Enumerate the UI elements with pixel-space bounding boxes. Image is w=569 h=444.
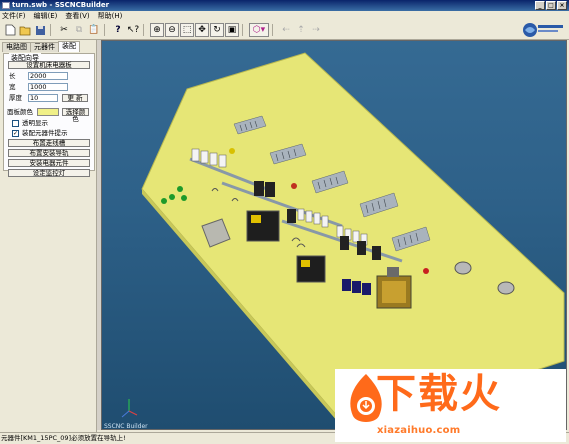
thickness-input[interactable]: 10 xyxy=(28,94,58,102)
set-monitor-lamp-button[interactable]: 设定监控灯 xyxy=(8,169,90,177)
thickness-label: 厚度 xyxy=(9,94,22,102)
transparent-label: 透明显示 xyxy=(22,119,48,127)
place-trunking-button[interactable]: 布置走线槽 xyxy=(8,139,90,147)
transparent-checkbox[interactable] xyxy=(12,120,19,127)
save-icon[interactable] xyxy=(33,23,47,37)
zoom-window-icon[interactable]: ⬚ xyxy=(180,23,194,37)
minimize-button[interactable]: _ xyxy=(535,1,545,10)
cut-icon[interactable]: ✂ xyxy=(57,23,71,37)
toolbar-separator xyxy=(143,24,147,36)
toolbar-separator xyxy=(272,24,276,36)
width-label: 宽 xyxy=(9,83,16,91)
width-input[interactable]: 1000 xyxy=(28,83,68,91)
place-rail-button[interactable]: 布置安装导轨 xyxy=(8,149,90,157)
prev-icon[interactable]: ⇠ xyxy=(279,23,293,37)
left-panel: 电路图 元器件 装配 装配向导 设置机床电器板 长 2000 宽 1000 厚度… xyxy=(0,40,97,432)
watermark-url: xiazaihuo.com xyxy=(377,425,461,436)
zoom-in-icon[interactable]: ⊕ xyxy=(150,23,164,37)
board-color-label: 面板颜色 xyxy=(7,108,33,116)
menu-help[interactable]: 帮助(H) xyxy=(98,11,123,21)
window-titlebar: turn.swb - SSCNCBuilder _ □ × xyxy=(0,0,569,11)
panel-tabs: 电路图 元器件 装配 xyxy=(0,41,96,52)
new-file-icon[interactable] xyxy=(3,23,17,37)
window-title: turn.swb - SSCNCBuilder xyxy=(12,1,110,9)
window-controls: _ □ × xyxy=(535,1,567,10)
viewport-caption: SSCNC Builder xyxy=(104,423,148,430)
axis-triad xyxy=(121,399,138,418)
hint-checkbox[interactable]: ✓ xyxy=(12,130,19,137)
board-color-swatch[interactable] xyxy=(37,108,59,116)
app-icon xyxy=(2,2,10,9)
context-help-icon[interactable]: ↖? xyxy=(126,23,140,37)
next-icon[interactable]: ⇢ xyxy=(309,23,323,37)
help-icon[interactable]: ? xyxy=(111,23,125,37)
toolbar: ✂ ⧉ 📋 ? ↖? ⊕ ⊖ ⬚ ✥ ↻ ▣ ⬡▾ ⇠ ⇡ ⇢ xyxy=(0,21,569,40)
watermark-title: 下载火 xyxy=(376,371,502,417)
tab-circuit[interactable]: 电路图 xyxy=(2,42,31,52)
toolbar-separator xyxy=(50,24,54,36)
tab-components[interactable]: 元器件 xyxy=(30,42,59,52)
menu-bar: 文件(F) 编辑(E) 查看(V) 帮助(H) xyxy=(0,11,569,21)
status-text: 元器件[KM1_15PC_09]必须放置在导轨上! xyxy=(1,434,126,442)
set-board-button[interactable]: 设置机床电器板 xyxy=(8,61,90,69)
assembly-wizard-group: 装配向导 设置机床电器板 长 2000 宽 1000 厚度 10 更 新 面板颜… xyxy=(3,53,95,177)
rotate-icon[interactable]: ↻ xyxy=(210,23,224,37)
close-button[interactable]: × xyxy=(557,1,567,10)
length-label: 长 xyxy=(9,72,16,80)
open-folder-icon[interactable] xyxy=(18,23,32,37)
tab-assembly[interactable]: 装配 xyxy=(58,41,80,52)
length-input[interactable]: 2000 xyxy=(28,72,68,80)
install-components-button[interactable]: 安装电器元件 xyxy=(8,159,90,167)
up-icon[interactable]: ⇡ xyxy=(294,23,308,37)
menu-file[interactable]: 文件(F) xyxy=(2,11,26,21)
menu-view[interactable]: 查看(V) xyxy=(65,11,89,21)
zoom-out-icon[interactable]: ⊖ xyxy=(165,23,179,37)
select-color-button[interactable]: 选择颜色 xyxy=(62,108,89,123)
view-dropdown-icon[interactable]: ⬡▾ xyxy=(249,23,269,37)
update-button[interactable]: 更 新 xyxy=(62,94,88,102)
paste-icon[interactable]: 📋 xyxy=(87,23,101,37)
pan-icon[interactable]: ✥ xyxy=(195,23,209,37)
company-logo xyxy=(522,21,564,39)
copy-icon[interactable]: ⧉ xyxy=(72,23,86,37)
maximize-button[interactable]: □ xyxy=(546,1,556,10)
hint-label: 装配元器件提示 xyxy=(22,129,68,137)
toolbar-separator xyxy=(104,24,108,36)
toolbar-separator xyxy=(242,24,246,36)
menu-edit[interactable]: 编辑(E) xyxy=(34,11,58,21)
fit-view-icon[interactable]: ▣ xyxy=(225,23,239,37)
